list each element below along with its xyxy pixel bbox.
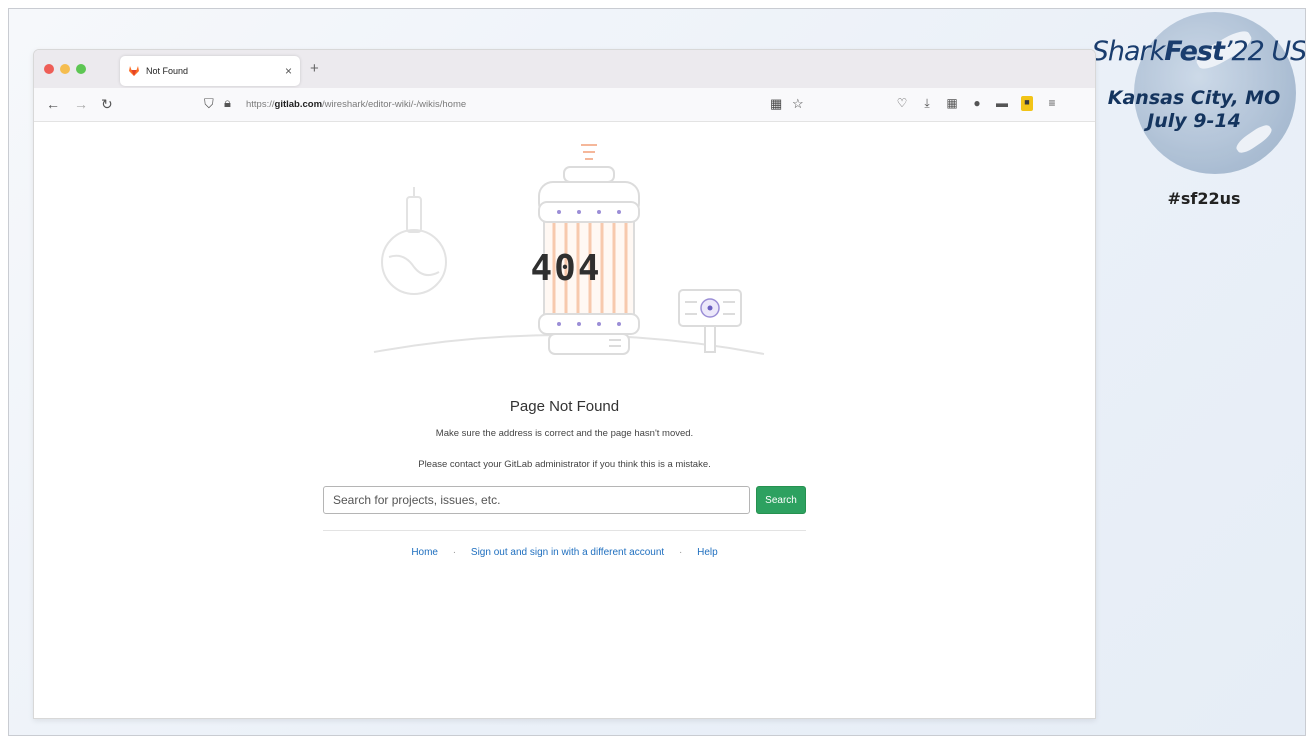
page-content: 404 Page Not Found Make sure the address… [34,122,1095,718]
tab-bar: Not Found × + [34,50,1095,88]
pocket-icon[interactable]: ♡ [896,96,908,111]
back-arrow-icon[interactable]: ← [46,96,60,112]
page-title: Page Not Found [509,398,620,415]
forward-arrow-icon[interactable]: → [74,96,88,112]
event-hashtag: #sf22us [1167,189,1241,208]
address-bar[interactable]: https://gitlab.com/wireshark/editor-wiki… [246,99,466,110]
tab-not-found[interactable]: Not Found × [120,56,300,86]
error-code: 404 [530,248,602,289]
event-location: Kansas City, MO July 9-14 [1089,87,1299,133]
reload-icon[interactable]: ↻ [101,96,113,113]
tab-title: Not Found [146,66,189,76]
qr-code-icon[interactable]: ▦ [770,96,782,112]
toolbar-icons: ♡ ⤓ ▦ ● ▬ ■ ≡ [896,96,1058,111]
help-link[interactable]: Help [697,547,718,558]
event-title: SharkFest’22 US [1091,36,1306,67]
footer-links: Home · Sign out and sign in with a diffe… [34,547,1095,558]
downloads-icon[interactable]: ⤓ [921,96,933,111]
event-city: Kansas City, MO [1107,87,1281,109]
search-button[interactable]: Search [756,486,806,514]
navigation-bar: ← → ↻ ⛉ 🔒︎ https://gitlab.com/wireshark/… [34,88,1095,122]
gitlab-favicon-icon [129,66,139,76]
bookmark-star-icon[interactable]: ☆ [792,96,804,112]
slide-background: SharkFest’22 US Kansas City, MO July 9-1… [8,8,1306,736]
lock-icon[interactable]: 🔒︎ [224,95,231,111]
sign-out-link[interactable]: Sign out and sign in with a different ac… [471,547,664,558]
search-form: Search [323,486,806,514]
menu-icon[interactable]: ≡ [1046,96,1058,111]
divider [323,530,806,531]
contact-admin-message: Please contact your GitLab administrator… [418,459,711,470]
address-message: Make sure the address is correct and the… [435,428,694,439]
browser-window: Not Found × + ← → ↻ ⛉ 🔒︎ https://gitlab.… [33,49,1096,719]
minimize-window-button[interactable] [60,64,70,74]
maximize-window-button[interactable] [76,64,86,74]
container-extension-icon[interactable]: ▬ [996,96,1008,111]
close-window-button[interactable] [44,64,54,74]
grid-extension-icon[interactable]: ▦ [946,96,958,111]
tracking-shield-icon[interactable]: ⛉ [204,96,214,112]
event-dates: July 9-14 [1147,109,1241,132]
search-input[interactable] [323,486,750,514]
new-tab-button[interactable]: + [310,60,319,77]
link-separator: · [678,547,683,558]
tab-close-icon[interactable]: × [285,64,292,78]
window-controls [44,64,86,74]
link-separator: · [452,547,457,558]
privacy-extension-icon[interactable]: ● [971,96,983,111]
home-link[interactable]: Home [411,547,438,558]
notes-extension-icon[interactable]: ■ [1021,96,1033,111]
